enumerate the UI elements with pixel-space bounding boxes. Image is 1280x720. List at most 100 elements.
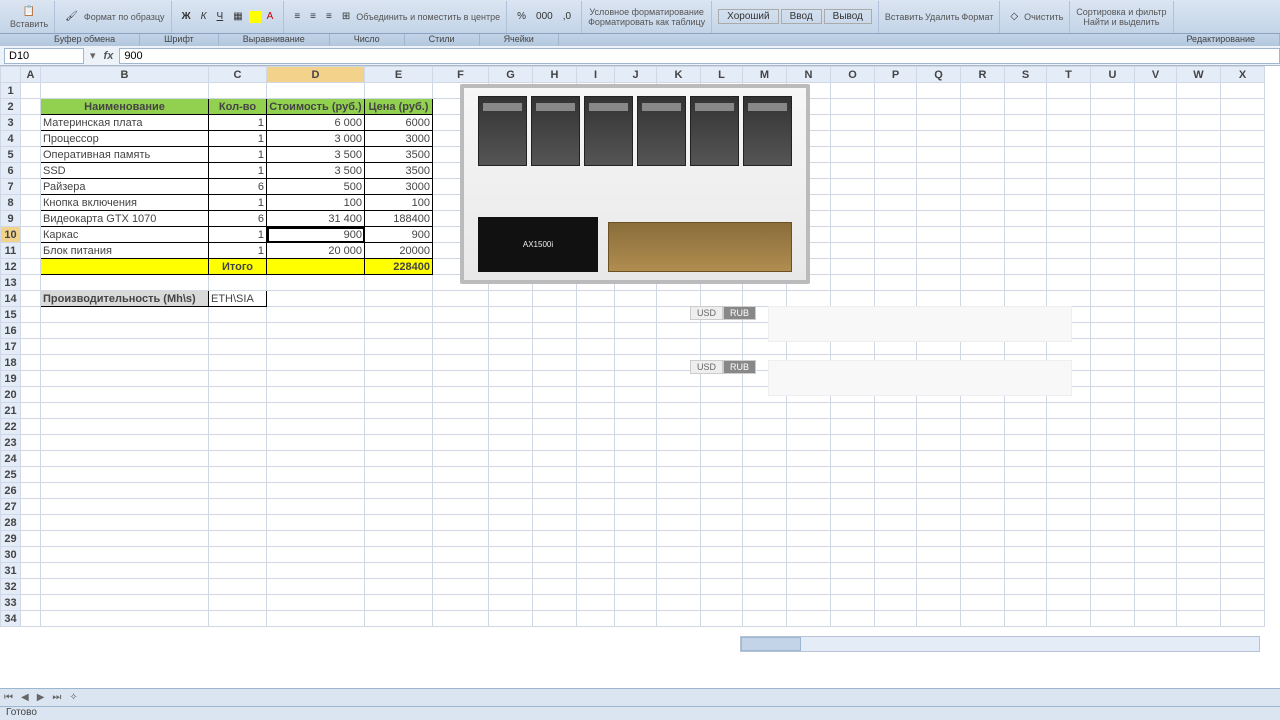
cell-W14[interactable] [1177, 291, 1221, 307]
cell-Q31[interactable] [917, 563, 961, 579]
row-header-33[interactable]: 33 [1, 595, 21, 611]
cell-D34[interactable] [267, 611, 365, 627]
cell-I25[interactable] [577, 467, 615, 483]
col-header-H[interactable]: H [533, 67, 577, 83]
cell-P21[interactable] [875, 403, 917, 419]
cell-A17[interactable] [21, 339, 41, 355]
new-sheet-icon[interactable]: ✧ [65, 692, 81, 703]
cell-J32[interactable] [615, 579, 657, 595]
cell-V26[interactable] [1135, 483, 1177, 499]
cell-V24[interactable] [1135, 451, 1177, 467]
cell-I22[interactable] [577, 419, 615, 435]
cell-F23[interactable] [433, 435, 489, 451]
cell-V5[interactable] [1135, 147, 1177, 163]
cell-K23[interactable] [657, 435, 701, 451]
cell-E9[interactable]: 188400 [365, 211, 433, 227]
cell-Q32[interactable] [917, 579, 961, 595]
cell-O23[interactable] [831, 435, 875, 451]
cell-N26[interactable] [787, 483, 831, 499]
cell-B34[interactable] [41, 611, 209, 627]
row-header-34[interactable]: 34 [1, 611, 21, 627]
cell-A8[interactable] [21, 195, 41, 211]
row-header-16[interactable]: 16 [1, 323, 21, 339]
col-header-N[interactable]: N [787, 67, 831, 83]
cell-C8[interactable]: 1 [209, 195, 267, 211]
cell-B30[interactable] [41, 547, 209, 563]
cell-W18[interactable] [1177, 355, 1221, 371]
cell-D14[interactable] [267, 291, 365, 307]
cell-L26[interactable] [701, 483, 743, 499]
cell-R14[interactable] [961, 291, 1005, 307]
cell-S11[interactable] [1005, 243, 1047, 259]
cell-E14[interactable] [365, 291, 433, 307]
cell-S13[interactable] [1005, 275, 1047, 291]
col-header-K[interactable]: K [657, 67, 701, 83]
cell-A20[interactable] [21, 387, 41, 403]
row-header-27[interactable]: 27 [1, 499, 21, 515]
cell-U2[interactable] [1091, 99, 1135, 115]
cell-A23[interactable] [21, 435, 41, 451]
cell-L34[interactable] [701, 611, 743, 627]
cell-B13[interactable] [41, 275, 209, 291]
cell-C3[interactable]: 1 [209, 115, 267, 131]
cell-X4[interactable] [1221, 131, 1265, 147]
cell-W6[interactable] [1177, 163, 1221, 179]
cell-H26[interactable] [533, 483, 577, 499]
cell-A26[interactable] [21, 483, 41, 499]
cell-I30[interactable] [577, 547, 615, 563]
cell-U4[interactable] [1091, 131, 1135, 147]
cell-L14[interactable] [701, 291, 743, 307]
cell-W29[interactable] [1177, 531, 1221, 547]
cell-F29[interactable] [433, 531, 489, 547]
cell-F31[interactable] [433, 563, 489, 579]
cell-B18[interactable] [41, 355, 209, 371]
cell-T29[interactable] [1047, 531, 1091, 547]
cell-W7[interactable] [1177, 179, 1221, 195]
cell-P1[interactable] [875, 83, 917, 99]
cell-Q33[interactable] [917, 595, 961, 611]
cell-X19[interactable] [1221, 371, 1265, 387]
cell-O11[interactable] [831, 243, 875, 259]
cell-Q30[interactable] [917, 547, 961, 563]
cell-T9[interactable] [1047, 211, 1091, 227]
cell-Q27[interactable] [917, 499, 961, 515]
cell-X7[interactable] [1221, 179, 1265, 195]
cell-E29[interactable] [365, 531, 433, 547]
cell-D10[interactable]: 900 [267, 227, 365, 243]
row-header-20[interactable]: 20 [1, 387, 21, 403]
cell-R28[interactable] [961, 515, 1005, 531]
cell-G28[interactable] [489, 515, 533, 531]
row-header-5[interactable]: 5 [1, 147, 21, 163]
cell-U20[interactable] [1091, 387, 1135, 403]
cell-E10[interactable]: 900 [365, 227, 433, 243]
cell-R11[interactable] [961, 243, 1005, 259]
cell-A10[interactable] [21, 227, 41, 243]
cell-T33[interactable] [1047, 595, 1091, 611]
cell-B17[interactable] [41, 339, 209, 355]
cell-A4[interactable] [21, 131, 41, 147]
cell-C10[interactable]: 1 [209, 227, 267, 243]
cell-S23[interactable] [1005, 435, 1047, 451]
cell-R2[interactable] [961, 99, 1005, 115]
cell-I33[interactable] [577, 595, 615, 611]
cell-T6[interactable] [1047, 163, 1091, 179]
cell-Q26[interactable] [917, 483, 961, 499]
cell-Q5[interactable] [917, 147, 961, 163]
cell-B2[interactable]: Наименование [41, 99, 209, 115]
cell-C22[interactable] [209, 419, 267, 435]
cell-D32[interactable] [267, 579, 365, 595]
inc-decimal-button[interactable]: ,0 [559, 9, 575, 24]
cell-O33[interactable] [831, 595, 875, 611]
cell-J34[interactable] [615, 611, 657, 627]
cell-S29[interactable] [1005, 531, 1047, 547]
cell-M34[interactable] [743, 611, 787, 627]
cell-R1[interactable] [961, 83, 1005, 99]
cell-X5[interactable] [1221, 147, 1265, 163]
cell-J24[interactable] [615, 451, 657, 467]
cell-V16[interactable] [1135, 323, 1177, 339]
paste-button[interactable]: 📋 [19, 4, 39, 19]
cell-P22[interactable] [875, 419, 917, 435]
cell-H33[interactable] [533, 595, 577, 611]
cell-S14[interactable] [1005, 291, 1047, 307]
cell-B29[interactable] [41, 531, 209, 547]
